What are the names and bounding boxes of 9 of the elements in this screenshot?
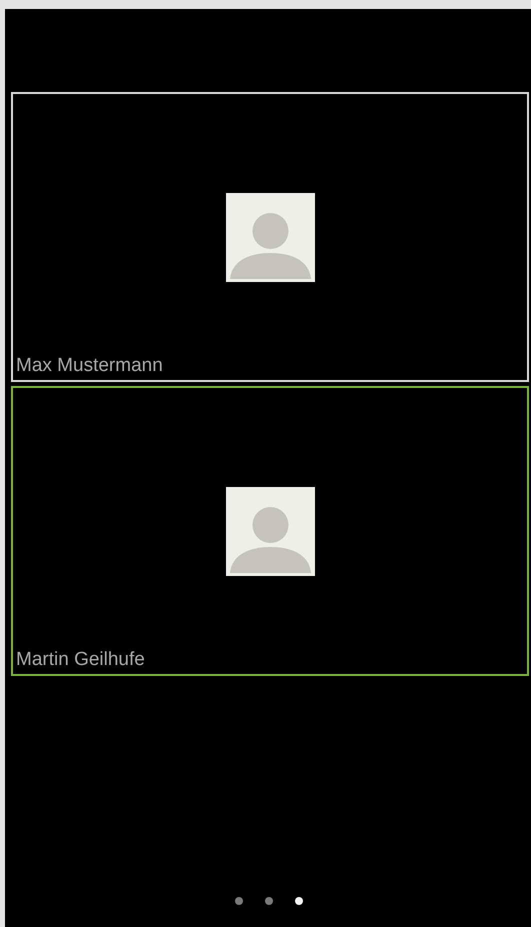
avatar-icon [226, 193, 314, 282]
participant-name: Martin Geilhufe [16, 649, 145, 671]
participant-name: Max Mustermann [16, 355, 163, 377]
avatar-icon [226, 487, 314, 576]
video-tile[interactable]: Max Mustermann [11, 92, 529, 382]
page-indicator-dot[interactable] [265, 897, 273, 905]
video-tile[interactable]: Martin Geilhufe [11, 386, 529, 676]
page-indicator-dot[interactable] [295, 897, 303, 905]
page-indicator-dot[interactable] [235, 897, 243, 905]
